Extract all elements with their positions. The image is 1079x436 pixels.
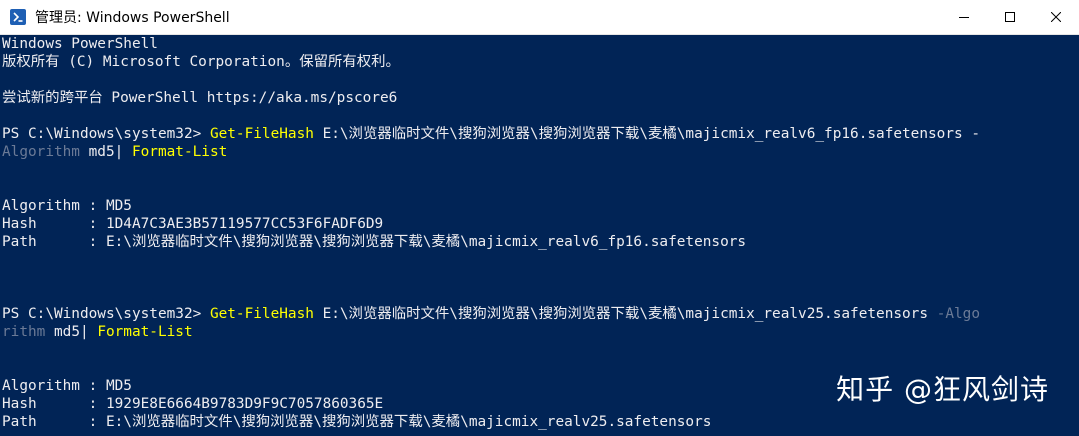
command-line: PS C:\Windows\system32> Get-FileHash E:\… (2, 305, 980, 323)
parameter-name: rithm (2, 324, 46, 340)
parameter-value: md5| (45, 324, 98, 340)
output-line: Algorithm : MD5 (2, 378, 132, 394)
command-line-continued: rithm md5| Format-List (2, 323, 193, 341)
cmdlet-name: Get-FileHash (209, 126, 314, 142)
maximize-button[interactable] (987, 0, 1033, 34)
console-line: 尝试新的跨平台 PowerShell https://aka.ms/pscore… (2, 90, 398, 106)
minimize-button[interactable] (941, 0, 987, 34)
parameter-name: -Algo (936, 306, 981, 322)
pipe-cmdlet: Format-List (97, 324, 193, 340)
pipe-cmdlet: Format-List (131, 144, 228, 160)
output-line: Hash : 1929E8E6664B9783D9F9C7057860365E (2, 396, 384, 412)
console-line: Windows PowerShell (2, 36, 158, 52)
close-icon (1051, 12, 1061, 22)
output-line: Algorithm : MD5 (2, 198, 132, 214)
title-bar[interactable]: 管理员: Windows PowerShell (0, 0, 1079, 35)
close-button[interactable] (1033, 0, 1079, 34)
cmdlet-name: Get-FileHash (209, 306, 314, 322)
parameter-value: md5| (79, 144, 132, 160)
command-line: PS C:\Windows\system32> Get-FileHash E:\… (2, 125, 980, 143)
window-title: 管理员: Windows PowerShell (35, 10, 230, 26)
powershell-icon (10, 9, 26, 25)
output-line: Path : E:\浏览器临时文件\搜狗浏览器\搜狗浏览器下载\麦橘\majic… (2, 234, 747, 250)
console-line: 版权所有 (C) Microsoft Corporation。保留所有权利。 (2, 54, 400, 70)
watermark: 知乎 @狂风剑诗 (836, 373, 1049, 406)
window-controls (941, 0, 1079, 34)
parameter-name: Algorithm (2, 144, 80, 160)
maximize-icon (1005, 12, 1015, 22)
cmdlet-args: E:\浏览器临时文件\搜狗浏览器\搜狗浏览器下载\麦橘\majicmix_rea… (313, 306, 937, 322)
command-line-continued: Algorithm md5| Format-List (2, 143, 227, 161)
output-line: Path : E:\浏览器临时文件\搜狗浏览器\搜狗浏览器下载\麦橘\majic… (2, 414, 712, 430)
cmdlet-args: E:\浏览器临时文件\搜狗浏览器\搜狗浏览器下载\麦橘\majicmix_rea… (313, 126, 980, 142)
minimize-icon (959, 17, 969, 18)
output-line: Hash : 1D4A7C3AE3B57119577CC53F6FADF6D9 (2, 216, 384, 232)
prompt: PS C:\Windows\system32> (2, 126, 210, 142)
prompt: PS C:\Windows\system32> (2, 306, 210, 322)
